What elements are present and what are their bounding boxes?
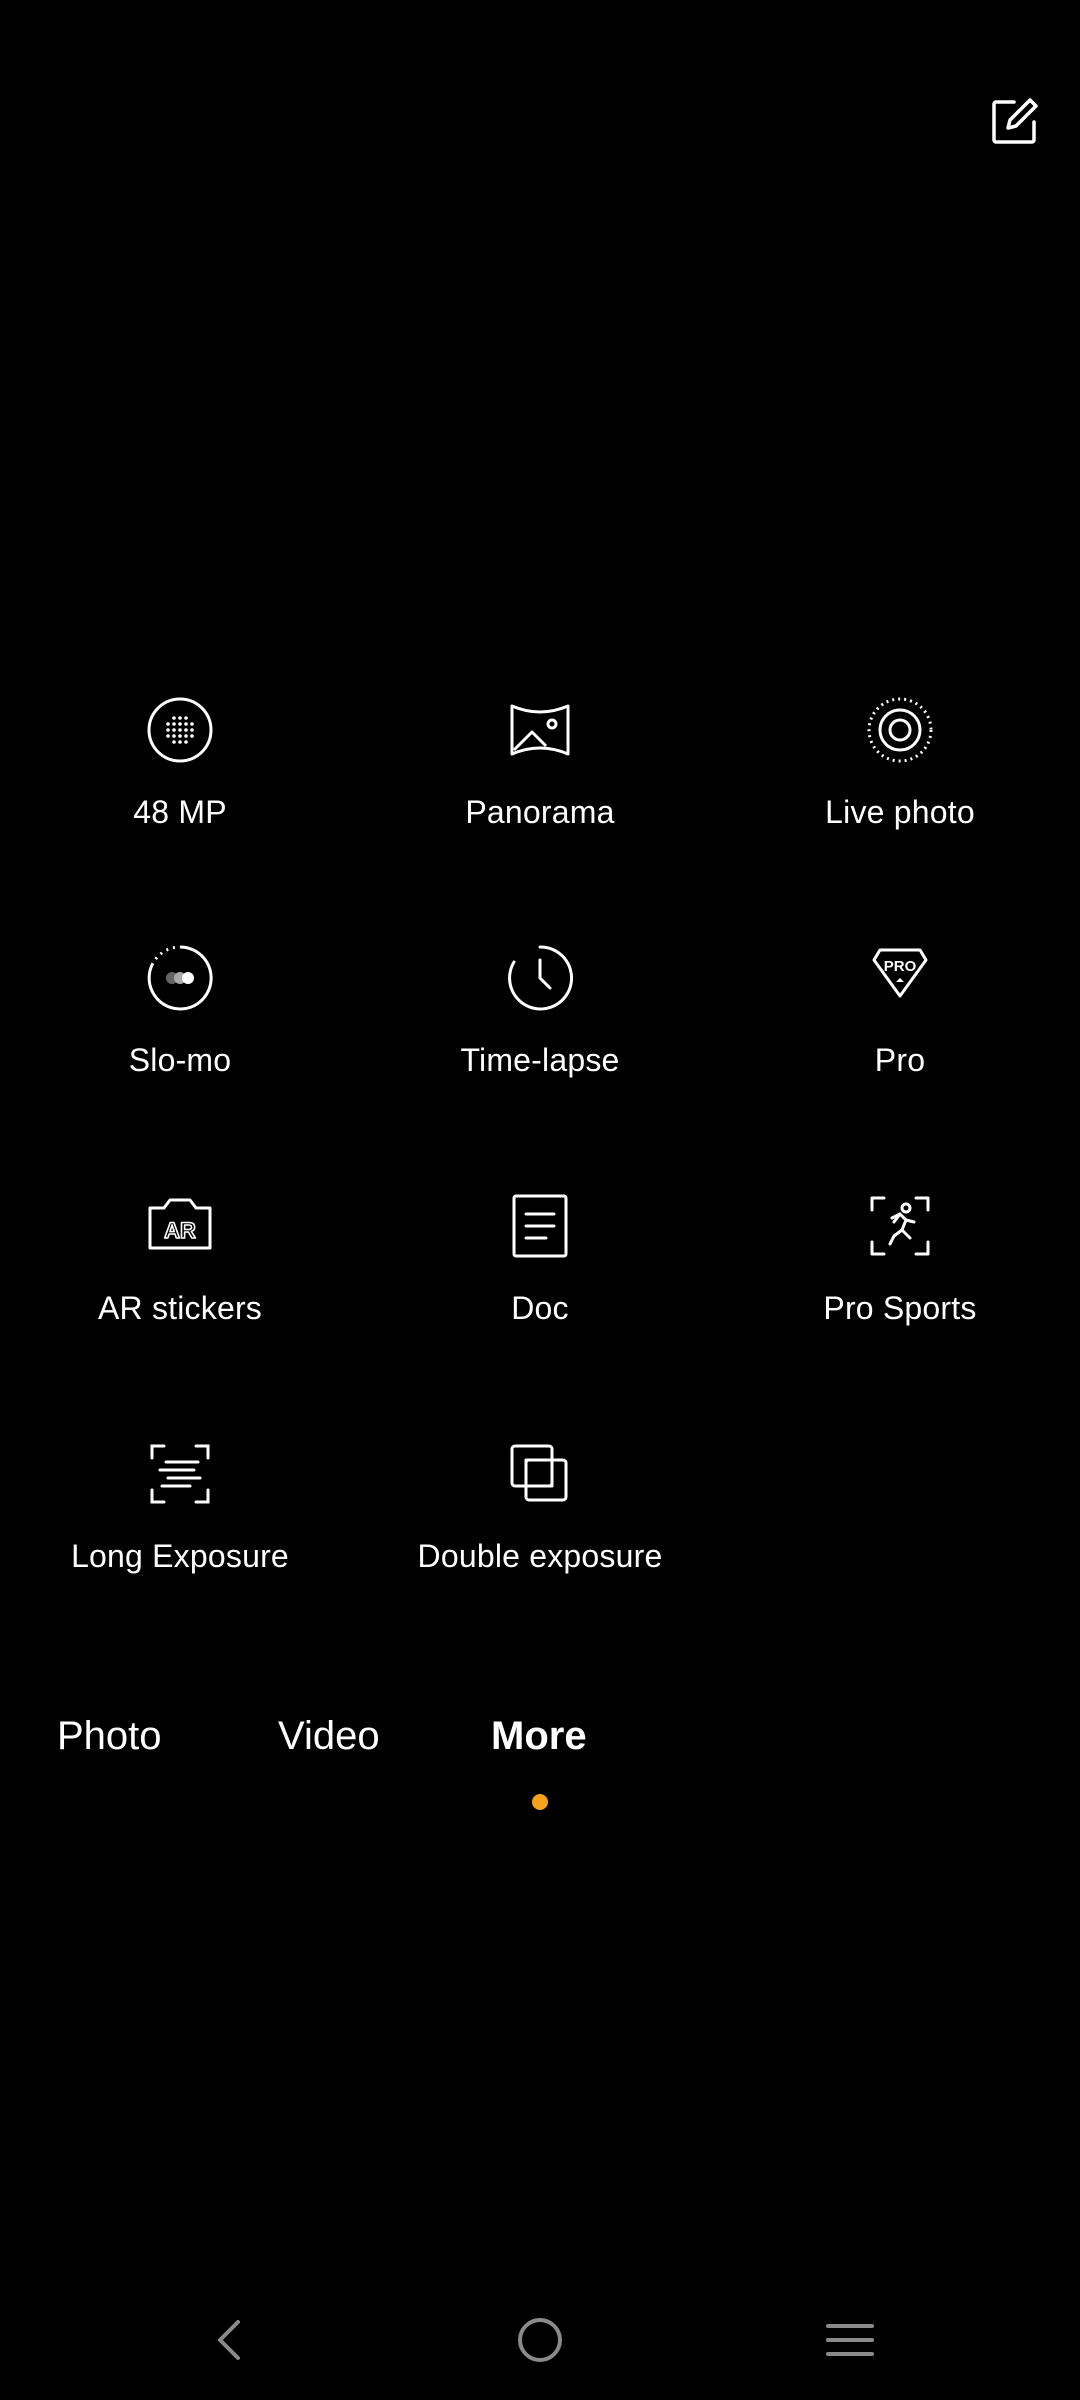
mode-ar-stickers[interactable]: AR AR stickers: [0, 1172, 360, 1420]
pro-icon-text: PRO: [884, 958, 917, 975]
mode-panorama[interactable]: Panorama: [360, 676, 720, 924]
active-tab-indicator: [532, 1794, 548, 1810]
mode-label: 48 MP: [133, 794, 227, 830]
menu-icon: [826, 2324, 874, 2356]
mode-label: Time-lapse: [460, 1042, 620, 1078]
pro-sports-icon: [860, 1186, 940, 1266]
mode-label: Long Exposure: [71, 1538, 289, 1574]
mode-slo-mo[interactable]: Slo-mo: [0, 924, 360, 1172]
mode-time-lapse[interactable]: Time-lapse: [360, 924, 720, 1172]
mode-pro[interactable]: PRO Pro: [720, 924, 1080, 1172]
back-icon: [218, 2320, 240, 2360]
mode-label: Double exposure: [417, 1538, 663, 1574]
doc-icon: [500, 1186, 580, 1266]
ar-icon-text: AR: [164, 1218, 196, 1243]
mode-label: Doc: [511, 1290, 569, 1326]
mode-pro-sports[interactable]: Pro Sports: [720, 1172, 1080, 1420]
mode-label: Pro Sports: [823, 1290, 977, 1326]
slo-mo-icon: [140, 938, 220, 1018]
mode-live-photo[interactable]: Live photo: [720, 676, 1080, 924]
mode-doc[interactable]: Doc: [360, 1172, 720, 1420]
mode-double-exposure[interactable]: Double exposure: [360, 1420, 720, 1668]
live-photo-icon: [860, 690, 940, 770]
tab-photo[interactable]: Photo: [57, 1714, 162, 1759]
mode-48mp[interactable]: 48 MP: [0, 676, 360, 924]
edit-icon: [992, 98, 1038, 144]
menu-button[interactable]: [820, 2310, 880, 2370]
edit-button[interactable]: [982, 90, 1046, 154]
double-exposure-icon: [500, 1434, 580, 1514]
mode-tabs: Photo Video More: [0, 1700, 1080, 1820]
ar-stickers-icon: AR: [140, 1186, 220, 1266]
mode-label: Slo-mo: [128, 1042, 232, 1078]
mode-label: AR stickers: [98, 1290, 262, 1326]
time-lapse-icon: [500, 938, 580, 1018]
navigation-bar: [0, 2290, 1080, 2390]
home-icon: [518, 2318, 562, 2362]
tab-more[interactable]: More: [491, 1714, 587, 1759]
mode-long-exposure[interactable]: Long Exposure: [0, 1420, 360, 1668]
mode-label: Panorama: [465, 794, 615, 830]
mode-label: Pro: [874, 1042, 926, 1078]
pro-icon: PRO: [860, 938, 940, 1018]
back-button[interactable]: [198, 2310, 258, 2370]
mode-label: Live photo: [825, 794, 975, 830]
long-exposure-icon: [140, 1434, 220, 1514]
camera-modes-grid: 48 MP Panorama Live photo Slo-mo Time-la…: [0, 676, 1080, 1668]
panorama-icon: [500, 690, 580, 770]
home-button[interactable]: [510, 2310, 570, 2370]
48mp-icon: [140, 690, 220, 770]
tab-video[interactable]: Video: [278, 1714, 380, 1759]
